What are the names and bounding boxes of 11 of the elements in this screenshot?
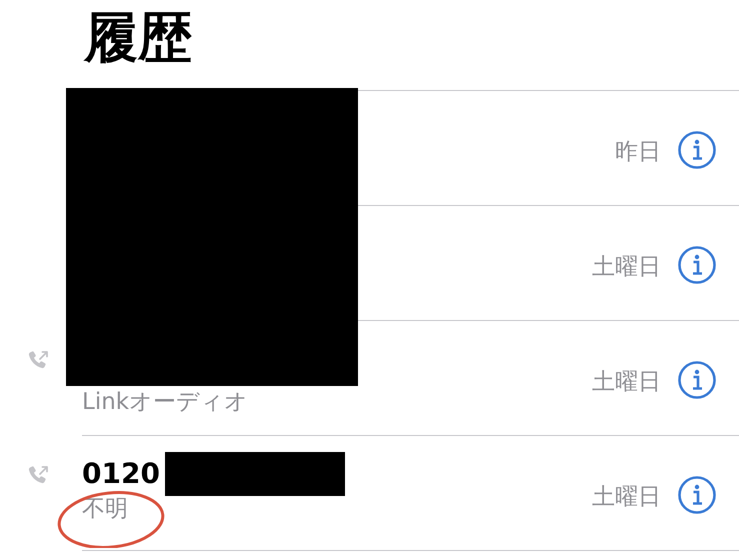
call-date: 土曜日	[592, 252, 661, 282]
caller-name: 0120	[82, 456, 160, 492]
call-date: 昨日	[615, 138, 661, 166]
info-button[interactable]	[677, 130, 717, 170]
info-button[interactable]	[677, 245, 717, 285]
call-label: Linkオーディオ	[82, 388, 248, 417]
page-title: 履歴	[82, 5, 193, 71]
call-date: 土曜日	[592, 368, 661, 396]
info-button[interactable]	[677, 360, 717, 400]
info-button[interactable]	[677, 475, 717, 515]
call-date: 土曜日	[592, 482, 661, 512]
